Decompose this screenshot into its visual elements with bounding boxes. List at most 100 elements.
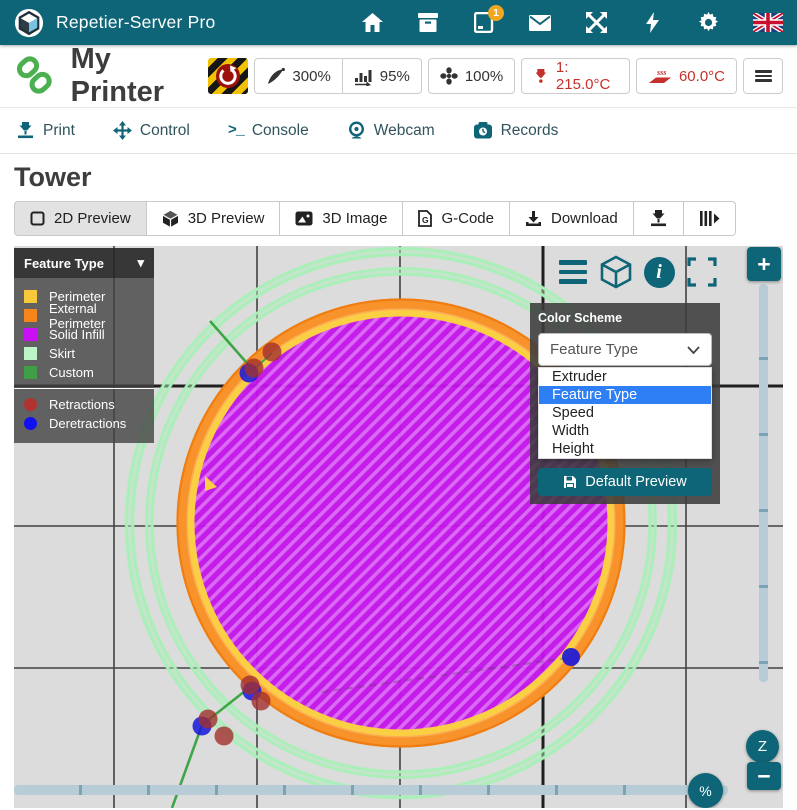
printer-name: My Printer: [71, 43, 208, 109]
svg-text:sss: sss: [656, 68, 666, 77]
mail-icon[interactable]: [529, 12, 551, 34]
chevron-down-icon: [687, 346, 700, 354]
language-flag-icon[interactable]: [753, 12, 783, 34]
speed-feather-icon: [266, 67, 285, 86]
zoom-out-button[interactable]: −: [747, 762, 781, 790]
tab-records-label: Records: [501, 122, 559, 140]
custom-swatch: [24, 366, 37, 379]
tab-control-label: Control: [140, 122, 190, 140]
tab-webcam-label: Webcam: [374, 122, 435, 140]
bed-temp-button[interactable]: sss 60.0°C: [636, 58, 737, 94]
tab-console[interactable]: >_ Console: [228, 122, 309, 140]
retraction-swatch: [24, 398, 37, 411]
gcode-file-icon: G: [418, 210, 432, 227]
power-icon[interactable]: [641, 12, 663, 34]
color-scheme-selected-value: Feature Type: [550, 341, 638, 358]
expand-icon[interactable]: [585, 12, 607, 34]
archive-icon[interactable]: [417, 12, 439, 34]
tab-control[interactable]: Control: [113, 121, 190, 140]
view-3d-image-label: 3D Image: [322, 210, 387, 227]
deretraction-swatch: [24, 417, 37, 430]
view-download-button[interactable]: Download: [509, 201, 634, 236]
legend-item-custom: Custom: [14, 363, 154, 382]
legend-divider: [14, 388, 154, 389]
image-icon: [295, 211, 313, 226]
extruder-temp-button[interactable]: 1: 215.0°C: [521, 58, 630, 94]
option-width[interactable]: Width: [539, 422, 711, 440]
canvas-menu-icon[interactable]: [556, 255, 590, 289]
tab-console-label: Console: [252, 122, 309, 140]
fullscreen-icon[interactable]: [685, 255, 719, 289]
view-cube-icon[interactable]: [599, 255, 633, 289]
z-axis-button[interactable]: Z: [746, 730, 779, 763]
percent-button[interactable]: %: [688, 773, 723, 808]
option-height[interactable]: Height: [539, 440, 711, 458]
legend-item-external-perimeter: External Perimeter: [14, 306, 154, 325]
view-download-label: Download: [551, 210, 618, 227]
printer-list-icon[interactable]: 1: [473, 12, 495, 34]
bed-temp-value: 60.0°C: [679, 68, 725, 85]
horizontal-scrollbar[interactable]: [14, 785, 728, 795]
square-2d-icon: [30, 211, 45, 226]
external-perimeter-swatch: [24, 309, 37, 322]
print-icon: [16, 122, 35, 139]
view-switcher: 2D Preview 3D Preview 3D Image G G-Code: [14, 201, 783, 236]
fan-value: 100%: [465, 68, 503, 85]
color-scheme-select[interactable]: Feature Type: [538, 333, 712, 366]
info-icon[interactable]: i: [642, 255, 676, 289]
extruder-temp-value: 1: 215.0°C: [556, 59, 618, 93]
zoom-in-button[interactable]: +: [747, 247, 781, 281]
repetier-logo-icon[interactable]: [14, 8, 44, 38]
printer-nozzle-icon: [649, 210, 668, 227]
heated-bed-icon: sss: [648, 67, 672, 85]
menu-icon: [755, 68, 772, 84]
move-control-icon: [113, 121, 132, 140]
flow-multiplier-button[interactable]: 95%: [342, 58, 422, 94]
view-3d-image-button[interactable]: 3D Image: [279, 201, 403, 236]
tab-webcam[interactable]: Webcam: [347, 121, 435, 140]
legend-header-dropdown[interactable]: Feature Type ▾: [14, 248, 154, 278]
view-2d-preview-button[interactable]: 2D Preview: [14, 201, 147, 236]
view-gcode-button[interactable]: G G-Code: [402, 201, 510, 236]
save-floppy-icon: [563, 475, 577, 489]
solid-infill-swatch: [24, 328, 37, 341]
printer-menu-button[interactable]: [743, 58, 783, 94]
notification-badge: 1: [488, 5, 504, 21]
view-gcode-label: G-Code: [441, 210, 494, 227]
settings-gear-icon[interactable]: [697, 12, 719, 34]
extruder-nozzle-icon: [533, 67, 549, 85]
legend-item-skirt: Skirt: [14, 344, 154, 363]
default-preview-button[interactable]: Default Preview: [538, 468, 712, 496]
webcam-icon: [347, 121, 366, 140]
flow-bars-icon: [354, 67, 373, 86]
legend-panel: Feature Type ▾ Perimeter External Perime…: [14, 248, 154, 443]
view-3d-preview-button[interactable]: 3D Preview: [146, 201, 281, 236]
skirt-swatch: [24, 347, 37, 360]
layer-filter-button[interactable]: [683, 201, 736, 236]
printer-tabs: Print Control >_ Console Webcam Records: [0, 108, 797, 154]
option-extruder[interactable]: Extruder: [539, 368, 711, 386]
tab-print-label: Print: [43, 122, 75, 140]
tab-print[interactable]: Print: [16, 122, 75, 140]
vertical-scrollbar[interactable]: [759, 284, 768, 682]
print-job-button[interactable]: [633, 201, 684, 236]
perimeter-swatch: [24, 290, 37, 303]
top-navbar: Repetier-Server Pro 1: [0, 0, 797, 45]
svg-text:G: G: [422, 215, 429, 225]
speed-multiplier-button[interactable]: 300%: [254, 58, 342, 94]
emergency-stop-button[interactable]: [208, 58, 249, 94]
color-scheme-options-list: Extruder Feature Type Speed Width Height: [538, 367, 712, 459]
records-camera-icon: [473, 122, 493, 139]
tab-records[interactable]: Records: [473, 122, 559, 140]
gcode-2d-preview-canvas[interactable]: Feature Type ▾ Perimeter External Perime…: [14, 246, 783, 808]
option-feature-type[interactable]: Feature Type: [539, 386, 711, 404]
home-icon[interactable]: [361, 12, 383, 34]
printer-connected-chain-icon[interactable]: [14, 55, 55, 97]
chevron-down-icon: ▾: [137, 255, 144, 271]
option-speed[interactable]: Speed: [539, 404, 711, 422]
legend-item-retractions: Retractions: [14, 395, 154, 414]
fan-speed-button[interactable]: 100%: [428, 58, 515, 94]
fan-icon: [440, 67, 458, 85]
legend-title: Feature Type: [24, 256, 104, 271]
layer-filter-icon: [699, 210, 720, 227]
